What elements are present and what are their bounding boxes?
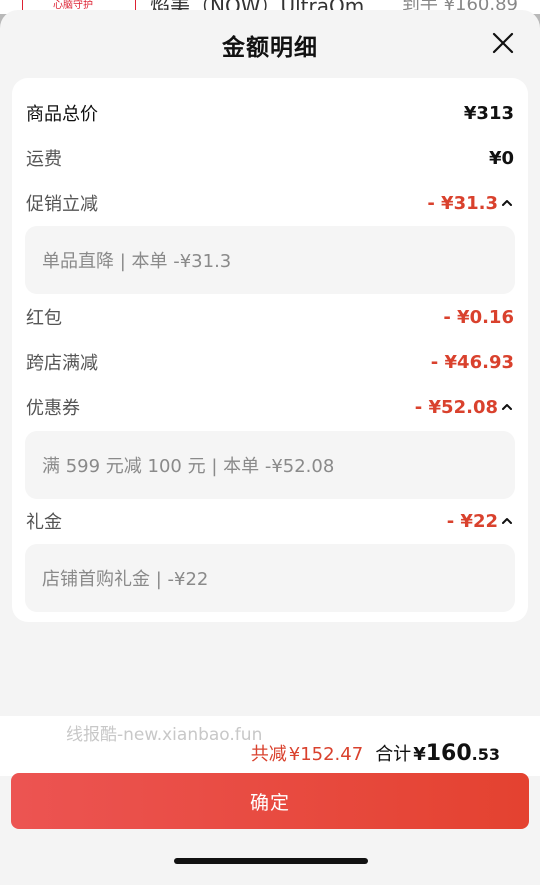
- sheet-title: 金额明细: [222, 35, 318, 61]
- row-gift-money[interactable]: 礼金 - ¥22: [26, 506, 514, 536]
- close-button[interactable]: [490, 30, 516, 56]
- home-indicator: [174, 858, 368, 864]
- amount-breakdown-card: 商品总价 ¥313 运费 ¥0 促销立减 - ¥31.3 单品直降 | 本单 -…: [12, 78, 528, 622]
- coupon-label: 优惠券: [26, 398, 80, 419]
- amount-detail-sheet: 金额明细 商品总价 ¥313 运费 ¥0 促销立减 - ¥31.3 单品直降 |…: [0, 10, 540, 885]
- confirm-button[interactable]: 确定: [11, 773, 529, 829]
- coupon-detail: 满 599 元减 100 元 | 本单 -¥52.08: [25, 431, 515, 499]
- gift-money-value: - ¥22: [447, 511, 514, 532]
- coupon-value: - ¥52.08: [415, 397, 514, 418]
- row-total-price: 商品总价 ¥313: [26, 98, 514, 128]
- chevron-up-icon[interactable]: [500, 514, 514, 528]
- row-shipping: 运费 ¥0: [26, 143, 514, 173]
- close-icon: [492, 32, 514, 54]
- shipping-value: ¥0: [488, 147, 514, 169]
- total-price-label: 商品总价: [26, 104, 98, 125]
- shipping-label: 运费: [26, 149, 62, 170]
- row-cross-store-discount: 跨店满减 - ¥46.93: [26, 347, 514, 377]
- total-label: 合计: [375, 744, 412, 765]
- gift-money-detail: 店铺首购礼金 | -¥22: [25, 544, 515, 612]
- total-integer: 160: [425, 741, 472, 766]
- cross-store-label: 跨店满减: [26, 353, 98, 374]
- chevron-up-icon[interactable]: [500, 400, 514, 414]
- gift-money-amount: - ¥22: [446, 510, 498, 532]
- row-red-packet: 红包 - ¥0.16: [26, 302, 514, 332]
- gift-money-label: 礼金: [26, 512, 62, 533]
- promo-detail: 单品直降 | 本单 -¥31.3: [25, 226, 515, 294]
- row-promo[interactable]: 促销立减 - ¥31.3: [26, 188, 514, 218]
- cross-store-value: - ¥46.93: [430, 351, 514, 373]
- summary-bar: 线报酷-new.xianbao.fun 共减 ¥152.47 合计 ¥ 160 …: [0, 716, 540, 776]
- total-decimal: .53: [471, 745, 500, 764]
- chevron-up-icon[interactable]: [500, 196, 514, 210]
- promo-amount: - ¥31.3: [427, 192, 498, 214]
- red-packet-value: - ¥0.16: [443, 306, 514, 328]
- total-currency: ¥: [413, 744, 426, 765]
- coupon-amount: - ¥52.08: [414, 396, 498, 418]
- promo-value: - ¥31.3: [427, 193, 514, 214]
- saved-label: 共减: [250, 744, 287, 765]
- watermark: 线报酷-new.xianbao.fun: [66, 725, 263, 745]
- total-price-value: ¥313: [463, 102, 514, 124]
- promo-label: 促销立减: [26, 194, 98, 215]
- total-summary: 共减 ¥152.47 合计 ¥ 160 .53: [251, 740, 500, 766]
- red-packet-label: 红包: [26, 308, 62, 329]
- saved-amount: ¥152.47: [288, 744, 364, 765]
- row-coupon[interactable]: 优惠券 - ¥52.08: [26, 392, 514, 422]
